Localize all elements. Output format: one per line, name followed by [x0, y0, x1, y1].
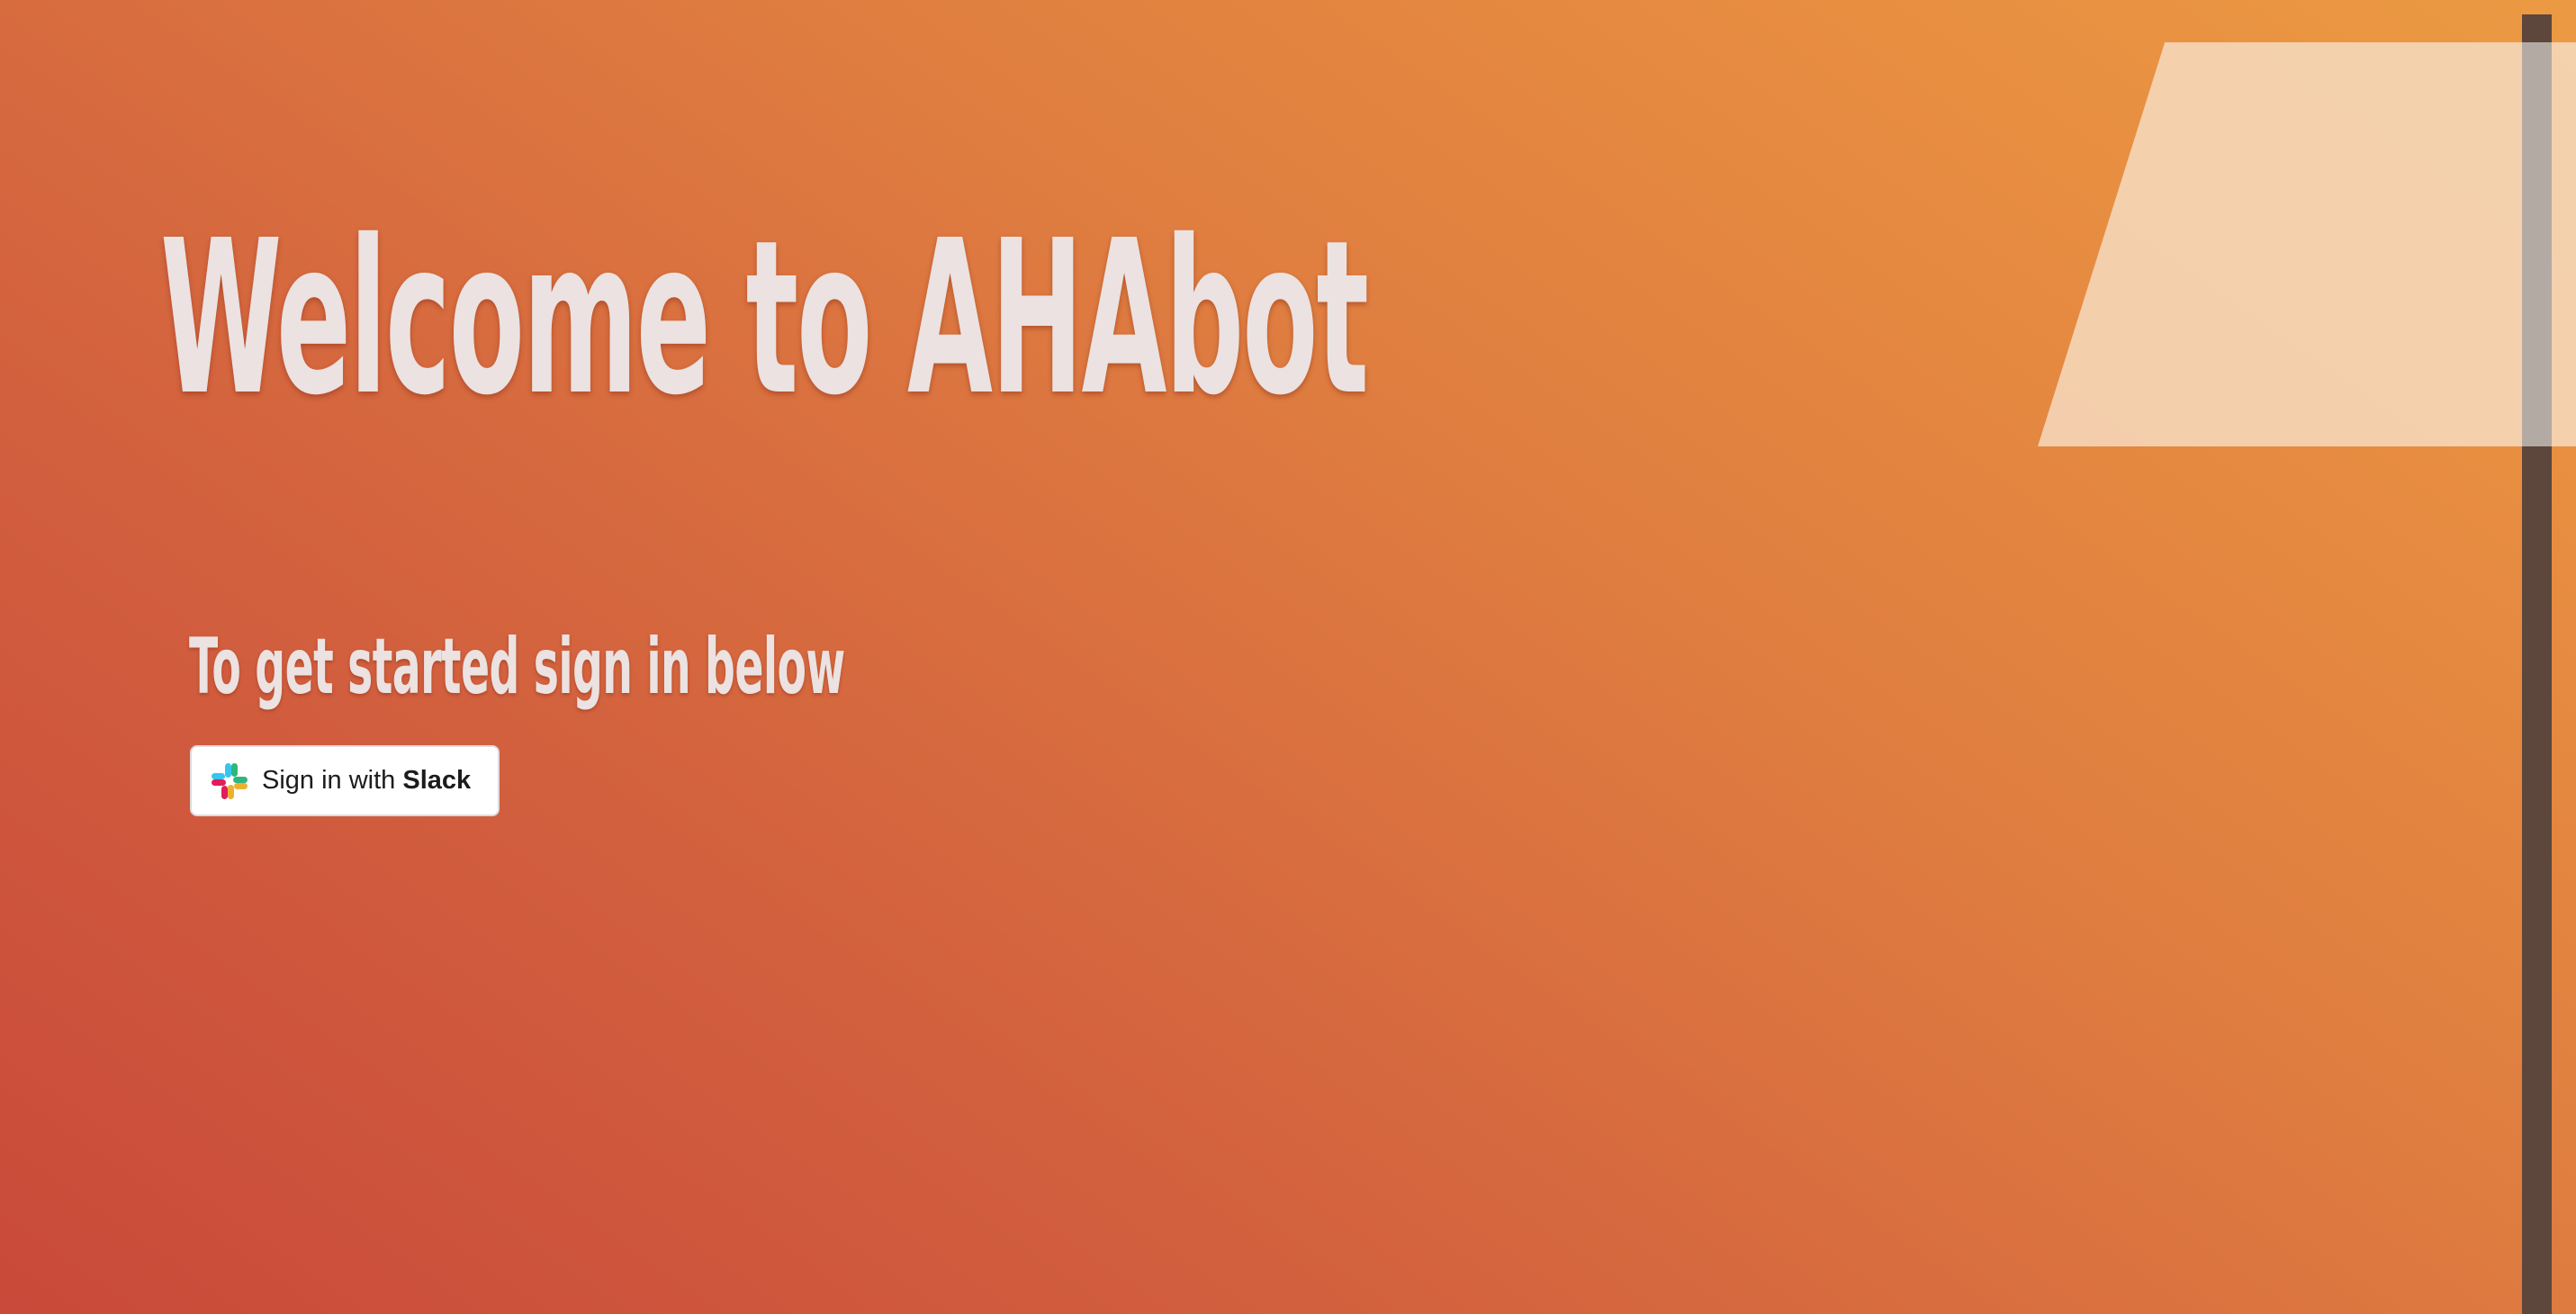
sign-in-with-slack-button[interactable]: Sign in with Slack: [190, 745, 500, 816]
lamp-pole-shade-overlap: [2522, 42, 2552, 446]
page-title: Welcome to AHAbot: [160, 194, 1369, 442]
slack-brand-label: Slack: [402, 766, 472, 795]
sign-in-label: Sign in with Slack: [262, 766, 471, 796]
sign-in-prefix: Sign in with: [262, 766, 403, 795]
lamp-shade-decoration: [2038, 42, 2576, 446]
page-subtitle: To get started sign in below: [189, 622, 845, 712]
slack-logo-icon: [210, 761, 249, 801]
